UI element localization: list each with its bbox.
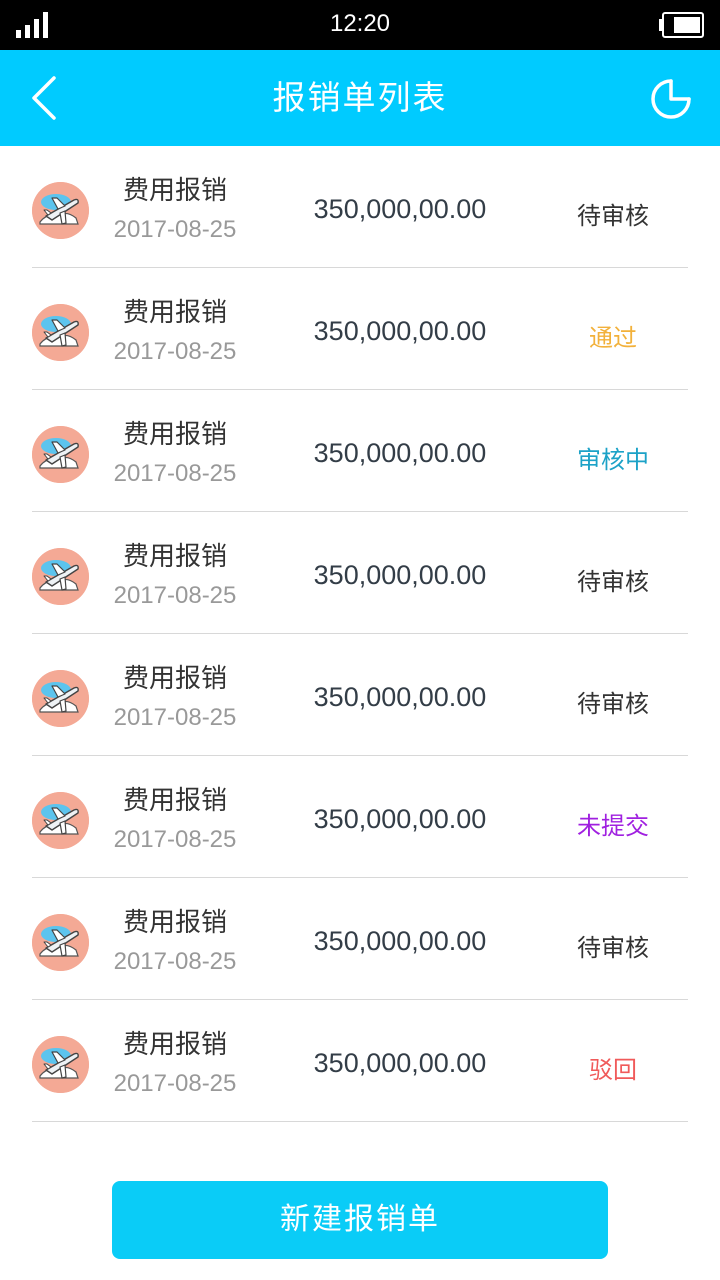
airplane-icon xyxy=(32,792,89,849)
status-time: 12:20 xyxy=(329,10,391,37)
item-amount: 350,000,00.00 xyxy=(313,194,487,224)
item-name: 费用报销 xyxy=(122,420,227,450)
item-date: 2017-08-25 xyxy=(113,704,237,731)
airplane-icon xyxy=(32,1036,89,1093)
status-badge: 待审核 xyxy=(577,568,649,596)
item-date: 2017-08-25 xyxy=(113,1070,237,1097)
item-date: 2017-08-25 xyxy=(113,582,237,609)
app-header: 报销单列表 xyxy=(0,50,720,146)
item-name: 费用报销 xyxy=(122,908,227,938)
item-date: 2017-08-25 xyxy=(113,826,237,853)
item-amount: 350,000,00.00 xyxy=(313,316,487,346)
airplane-icon xyxy=(32,914,89,971)
item-name: 费用报销 xyxy=(122,664,227,694)
item-name: 费用报销 xyxy=(122,1030,227,1060)
item-date: 2017-08-25 xyxy=(113,216,237,243)
item-name: 费用报销 xyxy=(122,786,227,816)
page-title: 报销单列表 xyxy=(272,78,448,117)
item-date: 2017-08-25 xyxy=(113,460,237,487)
list-item[interactable]: 费用报销 2017-08-25 350,000,00.00 审核中 xyxy=(0,390,720,512)
list-item[interactable]: 费用报销 2017-08-25 350,000,00.00 待审核 xyxy=(0,634,720,756)
status-bar: 12:20 xyxy=(0,0,720,50)
item-date: 2017-08-25 xyxy=(113,338,237,365)
status-badge: 待审核 xyxy=(577,202,649,230)
battery-icon xyxy=(659,12,704,38)
list-item[interactable]: 费用报销 2017-08-25 350,000,00.00 待审核 xyxy=(0,146,720,268)
item-amount: 350,000,00.00 xyxy=(313,1048,487,1078)
item-amount: 350,000,00.00 xyxy=(313,926,487,956)
status-badge: 待审核 xyxy=(577,934,649,962)
status-badge: 审核中 xyxy=(577,446,649,474)
list-item[interactable]: 费用报销 2017-08-25 350,000,00.00 通过 xyxy=(0,268,720,390)
airplane-icon xyxy=(32,670,89,727)
item-amount: 350,000,00.00 xyxy=(313,682,487,712)
item-name: 费用报销 xyxy=(122,298,227,328)
list-item[interactable]: 费用报销 2017-08-25 350,000,00.00 驳回 xyxy=(0,1000,720,1122)
item-date: 2017-08-25 xyxy=(113,948,237,975)
airplane-icon xyxy=(32,548,89,605)
status-badge: 待审核 xyxy=(577,690,649,718)
item-amount: 350,000,00.00 xyxy=(313,560,487,590)
item-amount: 350,000,00.00 xyxy=(313,438,487,468)
item-amount: 350,000,00.00 xyxy=(313,804,487,834)
clock-icon[interactable] xyxy=(650,78,692,120)
airplane-icon xyxy=(32,426,89,483)
airplane-icon xyxy=(32,182,89,239)
list-item[interactable]: 费用报销 2017-08-25 350,000,00.00 未提交 xyxy=(0,756,720,878)
status-badge: 未提交 xyxy=(577,812,649,840)
divider xyxy=(32,1121,688,1122)
status-badge: 驳回 xyxy=(589,1056,637,1084)
airplane-icon xyxy=(32,304,89,361)
new-expense-button[interactable]: 新建报销单 xyxy=(112,1181,608,1259)
item-name: 费用报销 xyxy=(122,542,227,572)
list-item[interactable]: 费用报销 2017-08-25 350,000,00.00 待审核 xyxy=(0,878,720,1000)
status-badge: 通过 xyxy=(589,324,637,352)
item-name: 费用报销 xyxy=(122,176,227,206)
list-item[interactable]: 费用报销 2017-08-25 350,000,00.00 待审核 xyxy=(0,512,720,634)
expense-list: 费用报销 2017-08-25 350,000,00.00 待审核 费用报销 2… xyxy=(0,146,720,1122)
